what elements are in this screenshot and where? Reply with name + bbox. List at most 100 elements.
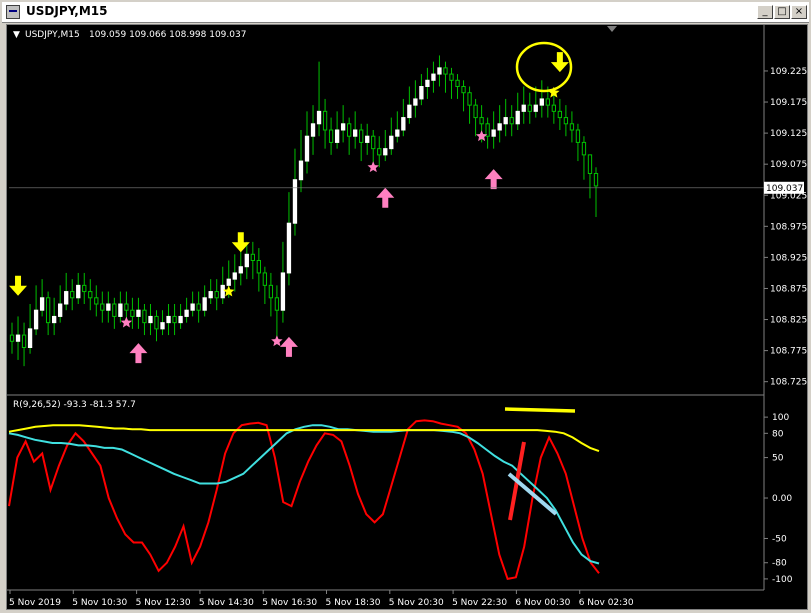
- bull-candle: [425, 79, 430, 87]
- bear-candle: [100, 303, 105, 311]
- bear-candle: [575, 129, 581, 143]
- bear-candle: [322, 110, 328, 131]
- bear-candle: [449, 73, 454, 81]
- bull-candle: [244, 253, 249, 268]
- osc-tick-label: -80: [772, 559, 787, 569]
- bull-candle: [208, 291, 213, 299]
- price-tick-label: 109.225: [770, 67, 807, 77]
- bear-candle: [587, 154, 593, 175]
- yellow-trend-line: [504, 407, 576, 413]
- bull-candle: [286, 222, 292, 274]
- bear-candle: [130, 309, 135, 317]
- bull-candle: [184, 309, 189, 317]
- bull-candle: [334, 129, 340, 143]
- price-tick-label: 108.975: [770, 222, 807, 232]
- osc-tick-label: 0.00: [772, 494, 792, 504]
- bull-candle: [437, 67, 442, 75]
- bear-candle: [359, 129, 364, 143]
- bull-candle: [419, 86, 424, 100]
- bull-candle: [401, 117, 406, 131]
- bull-candle: [76, 284, 81, 299]
- price-tick-label: 108.725: [770, 378, 807, 388]
- bull-candle: [515, 110, 520, 125]
- candles: [9, 55, 599, 367]
- bear-candle: [473, 104, 478, 119]
- bear-candle: [551, 104, 557, 112]
- annotations: [504, 41, 576, 521]
- bull-candle: [497, 123, 502, 131]
- bear-candle: [443, 67, 448, 75]
- bull-candle: [395, 129, 400, 137]
- time-tick-label: 5 Nov 22:30: [452, 598, 507, 608]
- bear-candle: [154, 315, 159, 330]
- price-axis: 109.225109.175109.125109.075109.025108.9…: [764, 67, 807, 388]
- buy-star-icon: [271, 335, 283, 347]
- bear-candle: [268, 284, 274, 299]
- bull-candle: [15, 334, 21, 342]
- bear-candle: [328, 129, 334, 143]
- main-chart-header-arrow[interactable]: ▼: [13, 30, 20, 40]
- bull-candle: [190, 303, 195, 311]
- oscillator-lines: [8, 419, 600, 581]
- bear-candle: [82, 284, 87, 293]
- bull-candle: [178, 315, 183, 324]
- shift-marker[interactable]: [607, 26, 617, 32]
- chart-svg[interactable]: ▼ USDJPY,M15 109.059 109.066 108.998 109…: [7, 25, 807, 609]
- bear-candle: [9, 334, 15, 342]
- bull-candle: [533, 104, 538, 112]
- bull-candle: [33, 309, 39, 330]
- price-tick-label: 108.875: [770, 284, 807, 294]
- window-titlebar[interactable]: USDJPY,M15 _ □ ×: [2, 2, 809, 23]
- bull-candle: [202, 297, 207, 311]
- minimize-button[interactable]: _: [757, 5, 773, 19]
- bull-candle: [389, 135, 394, 150]
- main-chart-ohlc: 109.059 109.066 108.998 109.037: [89, 30, 246, 40]
- restore-button[interactable]: □: [774, 5, 790, 19]
- bear-candle: [256, 260, 262, 274]
- close-button[interactable]: ×: [791, 5, 807, 19]
- bull-candle: [64, 291, 69, 305]
- buy-star-icon: [367, 161, 379, 173]
- bear-candle: [262, 272, 268, 286]
- bull-candle: [292, 179, 298, 224]
- bull-candle: [136, 309, 141, 317]
- bull-candle: [310, 123, 316, 137]
- bear-candle: [70, 291, 75, 299]
- main-chart-symbol: USDJPY,M15: [25, 30, 80, 40]
- time-tick-label: 6 Nov 00:30: [515, 598, 570, 608]
- buy-star-icon: [120, 316, 133, 328]
- bear-candle: [563, 117, 569, 125]
- bull-candle: [298, 160, 304, 181]
- chart-window: USDJPY,M15 _ □ × ▼ USDJPY,M15 109.059 10…: [0, 0, 811, 613]
- time-tick-label: 5 Nov 2019: [9, 598, 61, 608]
- time-tick-label: 6 Nov 02:30: [579, 598, 634, 608]
- buy-arrow-icon: [484, 169, 503, 190]
- bear-candle: [377, 148, 382, 156]
- bear-candle: [557, 110, 563, 119]
- bull-candle: [280, 272, 286, 311]
- osc-tick-label: 50: [772, 454, 784, 464]
- bull-candle: [353, 129, 358, 137]
- bear-candle: [527, 104, 532, 112]
- oscillator-series-line: [8, 419, 600, 581]
- bull-candle: [148, 315, 153, 324]
- bear-candle: [346, 123, 352, 137]
- bear-candle: [250, 253, 255, 262]
- chart-area[interactable]: ▼ USDJPY,M15 109.059 109.066 108.998 109…: [6, 24, 808, 610]
- bear-candle: [21, 334, 27, 349]
- bear-candle: [142, 309, 147, 324]
- bull-candle: [51, 315, 57, 324]
- bull-candle: [27, 328, 33, 349]
- current-price-label: 109.037: [766, 184, 803, 194]
- bear-candle: [593, 173, 599, 187]
- time-tick-label: 5 Nov 20:30: [389, 598, 444, 608]
- osc-tick-label: 100: [772, 413, 789, 423]
- bull-candle: [503, 117, 508, 125]
- price-tick-label: 109.175: [770, 98, 807, 108]
- osc-tick-label: 80: [772, 429, 784, 439]
- time-tick-label: 5 Nov 10:30: [72, 598, 127, 608]
- bull-candle: [58, 303, 63, 317]
- bull-candle: [220, 284, 225, 299]
- bear-candle: [45, 297, 51, 324]
- bear-candle: [196, 303, 201, 311]
